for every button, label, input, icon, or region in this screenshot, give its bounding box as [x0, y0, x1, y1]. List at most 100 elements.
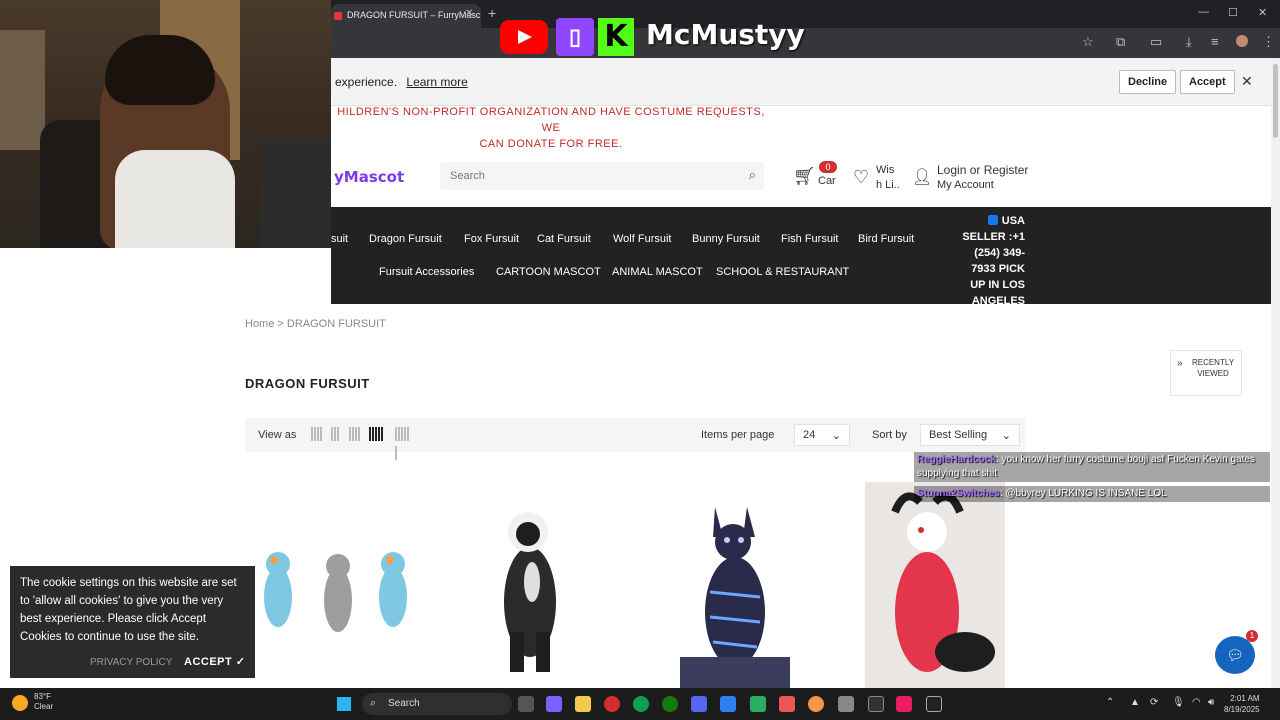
cart-count-badge: 0 [819, 161, 837, 173]
product-card[interactable] [865, 482, 1005, 688]
xbox-icon[interactable] [662, 696, 678, 712]
nav-item-school-restaurant[interactable]: SCHOOL & RESTAURANT [716, 266, 849, 278]
cookie-accept-button[interactable]: ACCEPT ✓ [184, 653, 246, 671]
nav-item-cartoon-mascot[interactable]: CARTOON MASCOT [496, 266, 601, 278]
nav-item-bird-fursuit[interactable]: Bird Fursuit [858, 233, 914, 245]
weather-icon[interactable] [12, 695, 28, 711]
page-scrollbar[interactable] [1271, 58, 1280, 688]
toolbar-filter: View as Items per page 24 ⌄ Sort by Best … [245, 418, 1025, 460]
breadcrumb-home[interactable]: Home [245, 318, 274, 330]
stream-chat-overlay: ReggieHardcock: you know her furry costu… [914, 452, 1270, 506]
scrollbar-thumb[interactable] [1273, 64, 1278, 138]
bookmark-star-icon[interactable]: ☆ [1082, 34, 1094, 50]
product-card[interactable] [250, 482, 430, 688]
view-as-label: View as [258, 429, 297, 441]
tab-close-icon[interactable]: ✕ [465, 8, 473, 19]
grid-5-icon[interactable] [395, 427, 411, 460]
nav-item-fox-fursuit[interactable]: Fox Fursuit [464, 233, 519, 245]
windows-taskbar: 83°F Clear ⌕ Search ⌃ ▲ ⟳ 🎙︎ ◠ 🔊︎ 2:01 A… [0, 688, 1280, 720]
product-card[interactable] [460, 482, 640, 688]
grid-4-icon[interactable] [369, 427, 385, 441]
search-input[interactable] [440, 162, 720, 190]
cookie-close-icon[interactable]: ✕ [1241, 73, 1253, 90]
user-icon[interactable]: 👤︎ [912, 167, 932, 187]
profile-avatar[interactable] [1236, 35, 1248, 47]
nav-item-bunny-fursuit[interactable]: Bunny Fursuit [692, 233, 760, 245]
twitch-icon: ▯ [556, 18, 594, 56]
privacy-policy-link[interactable]: PRIVACY POLICY [90, 654, 172, 672]
task-view-icon[interactable] [518, 696, 534, 712]
weather-widget[interactable]: 83°F Clear [34, 692, 53, 712]
edge-icon[interactable] [633, 696, 649, 712]
nav-item-fursuit-accessories[interactable]: Fursuit Accessories [379, 266, 474, 278]
wifi-icon[interactable]: ◠ [1192, 697, 1201, 708]
browser-menu-icon[interactable]: ⋮ [1262, 34, 1275, 50]
wishlist-heart-icon[interactable]: ♡ [853, 167, 869, 188]
nav-item-wolf-fursuit[interactable]: Wolf Fursuit [613, 233, 671, 245]
close-window-button[interactable]: ✕ [1258, 6, 1267, 19]
app-icon[interactable] [779, 696, 795, 712]
nav-item-fursuit[interactable]: suit [331, 233, 348, 245]
nav-item-fish-fursuit[interactable]: Fish Fursuit [781, 233, 838, 245]
windows-start-icon[interactable] [337, 697, 351, 711]
tray-chevron-icon[interactable]: ⌃ [1106, 697, 1114, 708]
nav-item-dragon-fursuit[interactable]: Dragon Fursuit [369, 233, 442, 245]
store-icon[interactable] [720, 696, 736, 712]
items-per-page-select[interactable]: 24 ⌄ [794, 424, 850, 446]
chevron-down-icon: ⌄ [831, 430, 841, 442]
my-account-link[interactable]: My Account [937, 179, 994, 191]
microphone-icon[interactable]: 🎙︎ [1172, 697, 1185, 708]
recently-viewed-tab[interactable]: » RECENTLY VIEWED [1170, 350, 1242, 396]
maximize-button[interactable]: ☐ [1228, 6, 1238, 19]
app-icon[interactable] [896, 696, 912, 712]
discord-icon[interactable] [691, 696, 707, 712]
new-tab-button[interactable]: + [488, 5, 496, 21]
chat-widget-button[interactable]: 💬︎ [1215, 636, 1255, 674]
items-per-page-label: Items per page [701, 429, 775, 441]
cast-icon[interactable]: ▭ [1150, 34, 1162, 50]
file-explorer-icon[interactable] [575, 696, 591, 712]
cookie-banner-text: experience. Learn more [335, 75, 468, 89]
facebook-icon[interactable] [987, 215, 998, 225]
taskbar-search[interactable]: ⌕ Search [362, 693, 512, 715]
decline-button[interactable]: Decline [1119, 70, 1177, 94]
taskbar-clock[interactable]: 2:01 AM 8/19/2025 [1224, 693, 1260, 715]
product-image [680, 507, 790, 688]
chrome-icon[interactable] [808, 696, 824, 712]
chevron-down-icon: ⌄ [1001, 430, 1011, 442]
breadcrumb-current: DRAGON FURSUIT [286, 318, 386, 330]
site-logo[interactable]: yMascot [334, 168, 404, 186]
reading-list-icon[interactable]: ≡ [1211, 34, 1219, 49]
sort-by-select[interactable]: Best Selling ⌄ [920, 424, 1020, 446]
breadcrumb-separator: > [277, 318, 284, 330]
grid-2-icon[interactable] [331, 427, 347, 441]
app-icon[interactable] [926, 696, 942, 712]
learn-more-link[interactable]: Learn more [406, 75, 467, 89]
download-icon[interactable]: ⤓ [1186, 34, 1192, 50]
app-icon[interactable] [838, 696, 854, 712]
grid-3-icon[interactable] [349, 427, 365, 441]
nav-item-cat-fursuit[interactable]: Cat Fursuit [537, 233, 591, 245]
login-register-link[interactable]: Login or Register [937, 163, 1028, 177]
product-card[interactable] [665, 482, 845, 688]
cart-icon[interactable]: 🛒︎ [793, 166, 816, 187]
opera-icon[interactable] [604, 696, 620, 712]
app-icon[interactable] [868, 696, 884, 712]
extensions-icon[interactable]: ⧉ [1116, 34, 1125, 50]
cart-label[interactable]: Car [818, 175, 836, 187]
wishlist-label-2[interactable]: h Li.. [876, 179, 900, 191]
minimize-button[interactable]: — [1198, 6, 1209, 18]
search-icon[interactable]: ⌕ [749, 167, 756, 183]
accept-button[interactable]: Accept [1180, 70, 1235, 94]
tray-icon[interactable]: ⟳ [1150, 697, 1158, 708]
list-view-icon[interactable] [311, 427, 327, 441]
volume-icon[interactable]: 🔊︎ [1208, 697, 1214, 708]
product-image [264, 552, 407, 632]
copilot-icon[interactable] [546, 696, 562, 712]
wishlist-label-1[interactable]: Wis [876, 164, 894, 176]
browser-tab[interactable]: DRAGON FURSUIT – FurryMasc [331, 4, 481, 28]
app-icon[interactable] [750, 696, 766, 712]
nav-item-animal-mascot[interactable]: ANIMAL MASCOT [612, 266, 703, 278]
cookie-popup: The cookie settings on this website are … [10, 566, 255, 678]
tray-icon[interactable]: ▲ [1130, 697, 1140, 708]
